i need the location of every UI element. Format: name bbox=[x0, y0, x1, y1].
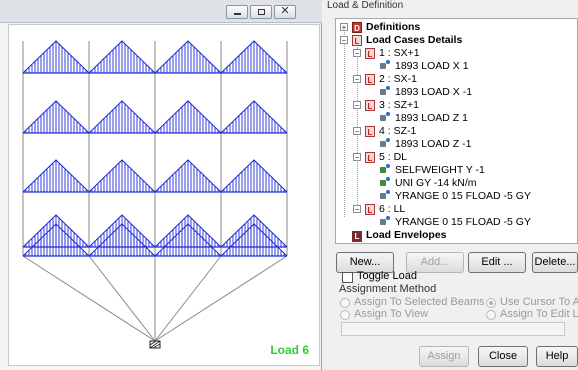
tree-node-case-1[interactable]: L 1 : SX+1 bbox=[365, 46, 420, 60]
toggle-load-checkbox[interactable] bbox=[342, 272, 353, 283]
toggle-load-label: Toggle Load bbox=[357, 270, 417, 282]
tree-node-load-item[interactable]: YRANGE 0 15 FLOAD -5 GY bbox=[380, 189, 531, 203]
minimize-icon bbox=[234, 13, 241, 15]
support-leg bbox=[88, 255, 156, 342]
assign-to-view-label: Assign To View bbox=[354, 308, 429, 320]
tree-node-label: 1 : SX+1 bbox=[379, 47, 420, 59]
tree-node-case-4[interactable]: L 4 : SZ-1 bbox=[365, 124, 416, 138]
load-tree-view[interactable]: + D Definitions − L Load Cases Details − L… bbox=[335, 18, 578, 244]
load-item-icon bbox=[380, 190, 392, 200]
edit-list-field[interactable] bbox=[341, 322, 565, 336]
delete-button[interactable]: Delete... bbox=[532, 252, 578, 273]
tree-node-load-cases[interactable]: L Load Cases Details bbox=[352, 33, 462, 47]
help-button[interactable]: Help bbox=[536, 346, 578, 367]
assign-edit-list-label: Assign To Edit List bbox=[500, 308, 578, 320]
load-case-icon: L bbox=[365, 74, 375, 85]
load-item-icon bbox=[380, 177, 392, 187]
close-button[interactable]: Close bbox=[478, 346, 528, 367]
load-definition-dialog: Load & Definition + D Definitions − L Load… bbox=[327, 0, 578, 370]
load-case-icon: L bbox=[365, 48, 375, 59]
load-case-icon: L bbox=[365, 152, 375, 163]
collapse-case-icon[interactable]: − bbox=[353, 49, 361, 58]
tree-node-label: YRANGE 0 15 FLOAD -5 GY bbox=[395, 190, 531, 202]
close-icon: ✕ bbox=[280, 5, 290, 17]
load-item-icon bbox=[380, 112, 392, 122]
assign-button[interactable]: Assign bbox=[419, 346, 469, 367]
tree-node-label: 3 : SZ+1 bbox=[379, 99, 419, 111]
tree-node-label: 5 : DL bbox=[379, 151, 408, 163]
use-cursor-label: Use Cursor To Assign bbox=[500, 296, 578, 308]
tree-node-definitions[interactable]: D Definitions bbox=[352, 20, 420, 34]
structure-canvas[interactable]: Load 6 bbox=[8, 24, 320, 366]
assign-selected-beams-radio[interactable] bbox=[340, 298, 350, 308]
collapse-case-icon[interactable]: − bbox=[353, 205, 361, 214]
tree-node-label: 1893 LOAD Z 1 bbox=[395, 112, 468, 124]
load-item-icon bbox=[380, 216, 392, 226]
tree-node-label: 1893 LOAD Z -1 bbox=[395, 138, 472, 150]
collapse-case-icon[interactable]: − bbox=[353, 153, 361, 162]
assignment-method-label: Assignment Method bbox=[339, 283, 437, 295]
restore-icon bbox=[258, 9, 265, 15]
tree-node-load-item[interactable]: 1893 LOAD X -1 bbox=[380, 85, 472, 99]
frame-load-diagram[interactable] bbox=[9, 25, 321, 367]
tree-node-label: UNI GY -14 kN/m bbox=[395, 177, 477, 189]
minimize-button[interactable] bbox=[226, 5, 248, 19]
load-item-icon bbox=[380, 86, 392, 96]
use-cursor-radio[interactable] bbox=[486, 298, 496, 308]
load-envelopes-icon: L bbox=[352, 231, 362, 242]
tree-node-label: Load Envelopes bbox=[366, 229, 447, 241]
close-window-button[interactable]: ✕ bbox=[274, 5, 296, 19]
tree-node-label: Load Cases Details bbox=[366, 34, 463, 46]
tree-node-label: 4 : SZ-1 bbox=[379, 125, 417, 137]
load-case-icon: L bbox=[365, 100, 375, 111]
tree-node-case-6[interactable]: L 6 : LL bbox=[365, 202, 405, 216]
tree-node-load-item[interactable]: UNI GY -14 kN/m bbox=[380, 176, 477, 190]
tree-node-label: Definitions bbox=[366, 21, 421, 33]
restore-button[interactable] bbox=[250, 5, 272, 19]
definitions-icon: D bbox=[352, 22, 362, 33]
tree-node-case-5[interactable]: L 5 : DL bbox=[365, 150, 407, 164]
viewport-titlebar: ✕ bbox=[0, 0, 322, 23]
assign-edit-list-radio[interactable] bbox=[486, 310, 496, 320]
assign-selected-beams-label: Assign To Selected Beams bbox=[354, 296, 485, 308]
tree-node-load-envelopes[interactable]: L Load Envelopes bbox=[352, 228, 447, 242]
tree-node-label: YRANGE 0 15 FLOAD -5 GY bbox=[395, 216, 531, 228]
tree-node-label: SELFWEIGHT Y -1 bbox=[395, 164, 485, 176]
load-cases-icon: L bbox=[352, 35, 362, 46]
edit-button[interactable]: Edit ... bbox=[468, 252, 526, 273]
tree-node-load-item[interactable]: YRANGE 0 15 FLOAD -5 GY bbox=[380, 215, 531, 229]
tree-node-load-item[interactable]: 1893 LOAD Z 1 bbox=[380, 111, 468, 125]
tree-node-load-item[interactable]: 1893 LOAD Z -1 bbox=[380, 137, 471, 151]
collapse-case-icon[interactable]: − bbox=[353, 127, 361, 136]
tree-node-load-item[interactable]: 1893 LOAD X 1 bbox=[380, 59, 469, 73]
load-item-icon bbox=[380, 164, 392, 174]
collapse-load-cases-icon[interactable]: − bbox=[340, 36, 348, 45]
tree-node-load-item[interactable]: SELFWEIGHT Y -1 bbox=[380, 163, 485, 177]
assign-to-view-radio[interactable] bbox=[340, 310, 350, 320]
tree-node-label: 6 : LL bbox=[379, 203, 406, 215]
tree-node-label: 1893 LOAD X -1 bbox=[395, 86, 473, 98]
tree-node-label: 1893 LOAD X 1 bbox=[395, 60, 469, 72]
load-case-icon: L bbox=[365, 126, 375, 137]
dialog-title: Load & Definition bbox=[327, 0, 404, 11]
support-leg bbox=[22, 255, 156, 342]
tree-guide bbox=[344, 27, 345, 217]
structure-viewport-window[interactable]: ✕ Load 6 bbox=[0, 0, 322, 370]
expand-definitions-icon[interactable]: + bbox=[340, 23, 348, 32]
support-leg bbox=[154, 255, 288, 342]
load-case-label: Load 6 bbox=[270, 343, 309, 357]
load-case-icon: L bbox=[365, 204, 375, 215]
tree-node-case-2[interactable]: L 2 : SX-1 bbox=[365, 72, 417, 86]
tree-node-label: 2 : SX-1 bbox=[379, 73, 417, 85]
load-item-icon bbox=[380, 138, 392, 148]
load-item-icon bbox=[380, 60, 392, 70]
tree-node-case-3[interactable]: L 3 : SZ+1 bbox=[365, 98, 419, 112]
collapse-case-icon[interactable]: − bbox=[353, 75, 361, 84]
support-leg bbox=[154, 255, 222, 342]
collapse-case-icon[interactable]: − bbox=[353, 101, 361, 110]
